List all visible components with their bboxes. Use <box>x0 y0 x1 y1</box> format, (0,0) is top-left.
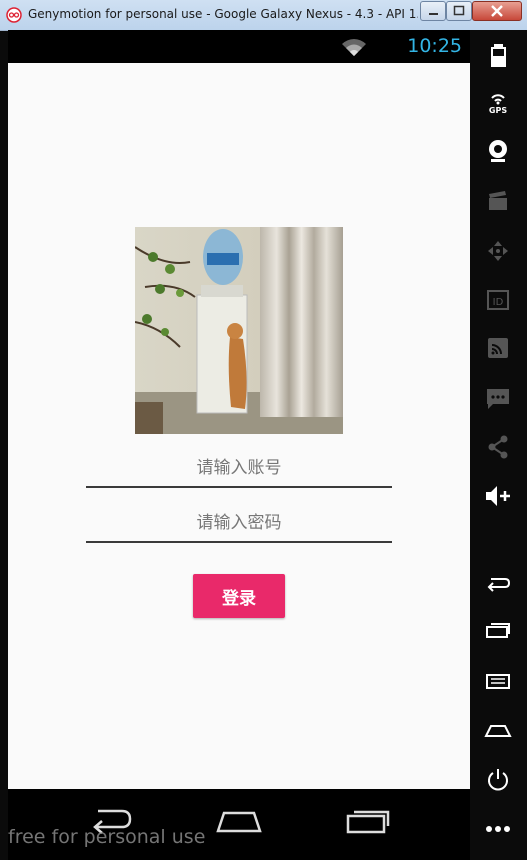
window-titlebar: Genymotion for personal use - Google Gal… <box>0 0 527 31</box>
account-input[interactable] <box>86 450 392 488</box>
home-side-button[interactable] <box>483 715 513 745</box>
volume-up-icon <box>486 486 510 506</box>
gps-label: GPS <box>488 106 508 115</box>
share-button[interactable] <box>483 432 513 462</box>
back-arrow-icon <box>487 578 511 592</box>
svg-text:ID: ID <box>493 297 504 308</box>
close-icon <box>491 5 503 17</box>
rss-icon <box>488 338 508 358</box>
password-input[interactable] <box>86 505 392 543</box>
genymotion-toolbar: GPS ID <box>470 30 527 860</box>
more-dots-icon <box>486 826 510 832</box>
android-statusbar: 10:25 <box>8 30 470 63</box>
menu-side-button[interactable] <box>483 666 513 696</box>
maximize-icon <box>453 5 465 16</box>
volume-up-button[interactable] <box>483 481 513 511</box>
login-button[interactable]: 登录 <box>193 574 285 618</box>
id-card-icon: ID <box>487 290 509 310</box>
network-button[interactable] <box>483 333 513 363</box>
wifi-icon <box>342 39 366 56</box>
gps-icon <box>491 94 505 105</box>
status-clock: 10:25 <box>407 35 462 57</box>
home-side-icon <box>484 725 512 737</box>
remote-control-button[interactable] <box>483 236 513 266</box>
close-button[interactable] <box>472 1 522 21</box>
gps-button[interactable]: GPS <box>483 88 513 118</box>
sms-button[interactable] <box>483 383 513 413</box>
recent-side-button[interactable] <box>483 616 513 646</box>
device-id-button[interactable]: ID <box>483 285 513 315</box>
battery-icon <box>491 44 506 67</box>
minimize-button[interactable] <box>420 1 446 21</box>
app-screen: 登录 <box>8 63 470 789</box>
webcam-button[interactable] <box>483 136 513 166</box>
back-side-button[interactable] <box>483 568 513 598</box>
webcam-icon <box>489 140 507 162</box>
recent-apps-side-icon <box>486 623 510 638</box>
dpad-icon <box>488 241 508 261</box>
battery-button[interactable] <box>483 40 513 70</box>
minimize-icon <box>429 13 438 15</box>
more-options-button[interactable] <box>483 814 513 844</box>
message-icon <box>487 389 509 409</box>
power-icon <box>488 769 508 791</box>
clapperboard-icon <box>489 191 507 210</box>
personal-use-watermark: free for personal use <box>8 826 206 848</box>
menu-icon <box>486 674 510 689</box>
power-button[interactable] <box>483 764 513 794</box>
home-icon[interactable] <box>214 805 264 835</box>
android-navbar <box>8 789 470 860</box>
cat-photo <box>135 227 343 434</box>
maximize-button[interactable] <box>446 1 472 21</box>
window-title: Genymotion for personal use - Google Gal… <box>28 7 418 21</box>
share-icon <box>488 435 508 459</box>
screencast-button[interactable] <box>483 186 513 216</box>
genymotion-app-icon <box>6 7 22 23</box>
recent-apps-icon[interactable] <box>344 805 394 835</box>
